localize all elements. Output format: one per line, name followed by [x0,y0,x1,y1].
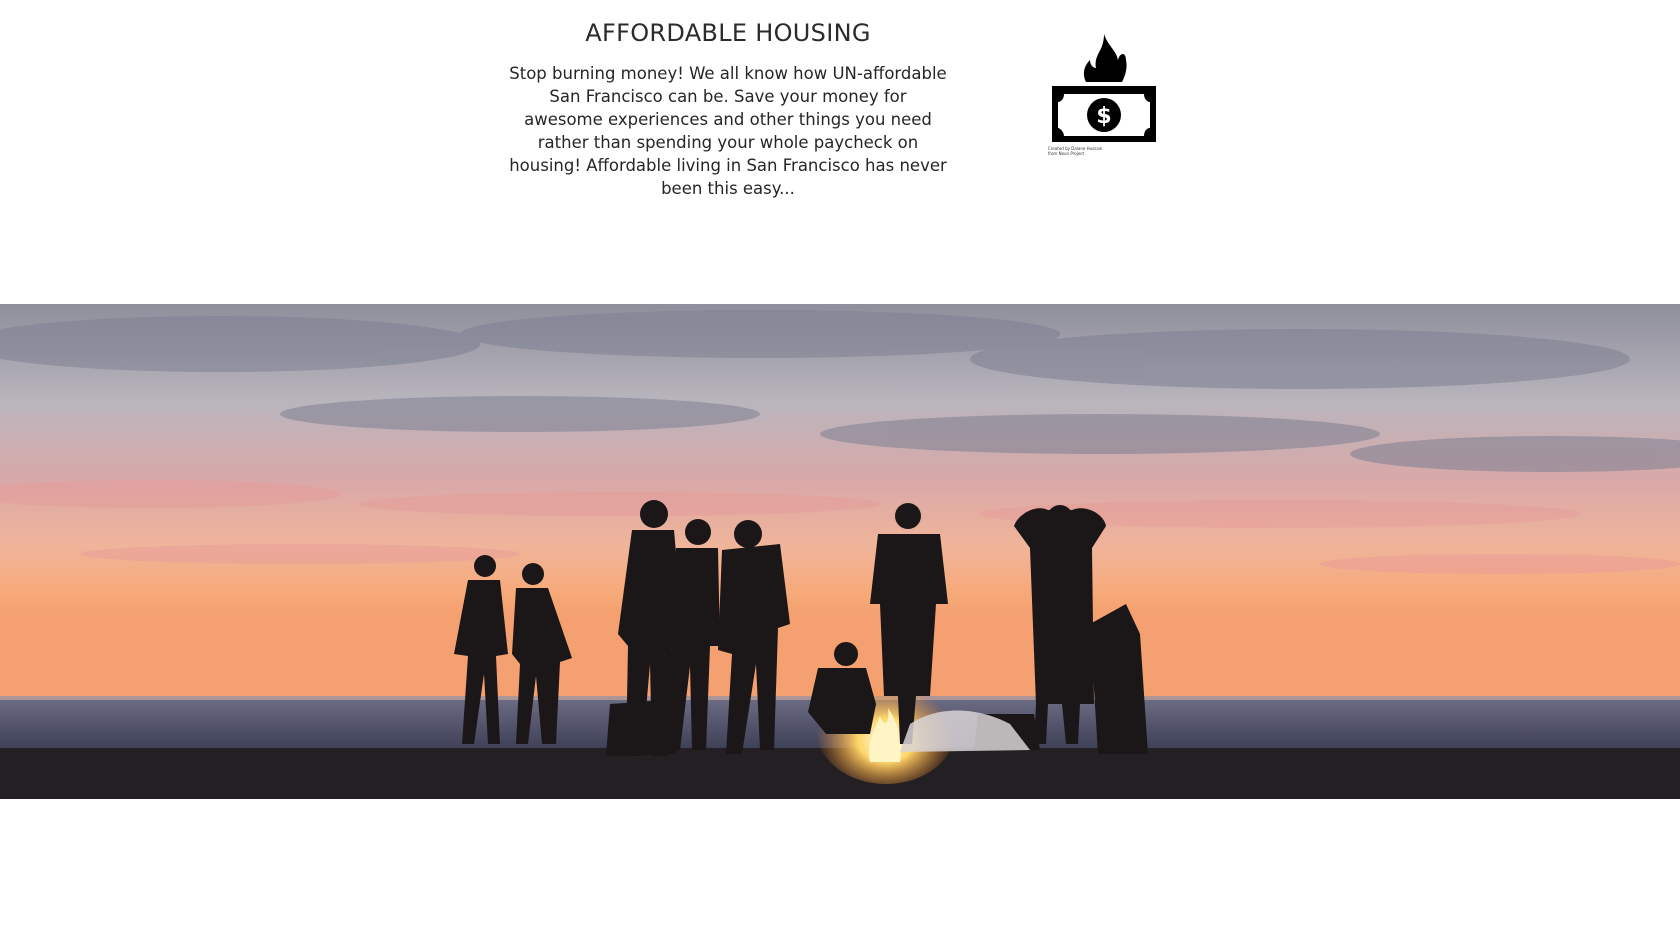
svg-text:$: $ [1096,104,1111,129]
feature-description: Stop burning money! We all know how UN-a… [509,64,947,198]
burning-money-icon: $ Created by Dalane Hussain from Noun Pr… [1046,30,1158,158]
feature-title: AFFORDABLE HOUSING [585,19,871,47]
hero-beach-bonfire-image [0,304,1680,799]
icon-credit: Created by Dalane Hussain from Noun Proj… [1048,146,1128,156]
affordable-housing-feature: AFFORDABLE HOUSING Stop burning money! W… [508,14,948,200]
icon-credit-source: from Noun Project [1048,151,1085,156]
